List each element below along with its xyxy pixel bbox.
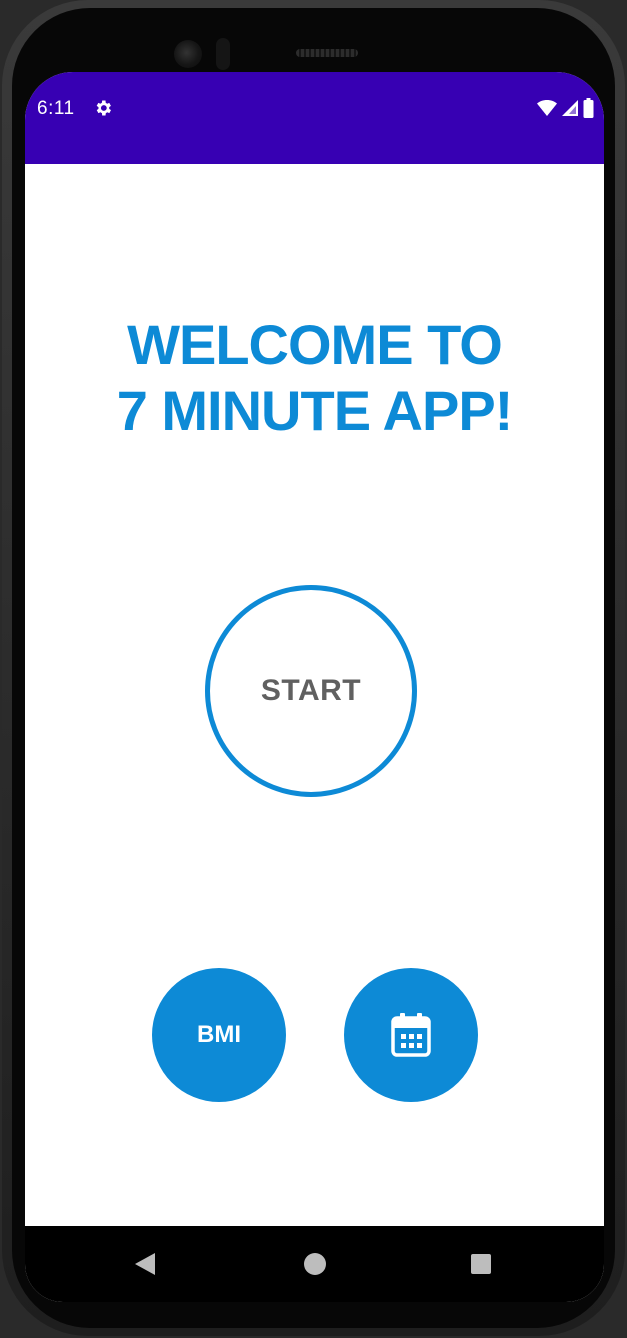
start-button-label: START bbox=[260, 674, 362, 707]
app-screen: 6:11 WELCOME TO 7 MINUTE APP! START BMI bbox=[25, 72, 604, 1302]
welcome-title-line-2: 7 MINUTE APP! bbox=[116, 379, 514, 442]
status-time: 6:11 bbox=[37, 98, 75, 119]
earpiece-speaker bbox=[296, 49, 358, 57]
recents-square-icon[interactable] bbox=[471, 1254, 491, 1274]
bmi-button[interactable]: BMI bbox=[152, 968, 286, 1102]
wifi-icon bbox=[537, 100, 557, 116]
front-camera bbox=[174, 40, 202, 68]
history-button[interactable] bbox=[344, 968, 478, 1102]
calendar-icon bbox=[391, 1013, 431, 1057]
proximity-sensor bbox=[216, 38, 230, 70]
bmi-button-label: BMI bbox=[197, 1021, 241, 1048]
gear-icon bbox=[96, 100, 111, 116]
back-triangle-icon[interactable] bbox=[135, 1253, 155, 1275]
status-bar: 6:11 bbox=[25, 72, 604, 164]
cell-signal-icon bbox=[562, 100, 578, 116]
welcome-title: WELCOME TO 7 MINUTE APP! bbox=[25, 312, 604, 444]
main-content: WELCOME TO 7 MINUTE APP! START BMI bbox=[25, 164, 604, 1226]
home-circle-icon[interactable] bbox=[304, 1253, 326, 1275]
navigation-bar bbox=[25, 1226, 604, 1302]
welcome-title-line-1: WELCOME TO bbox=[127, 313, 503, 376]
battery-icon bbox=[583, 98, 594, 118]
status-icons bbox=[537, 98, 594, 118]
start-button[interactable]: START bbox=[205, 585, 417, 797]
